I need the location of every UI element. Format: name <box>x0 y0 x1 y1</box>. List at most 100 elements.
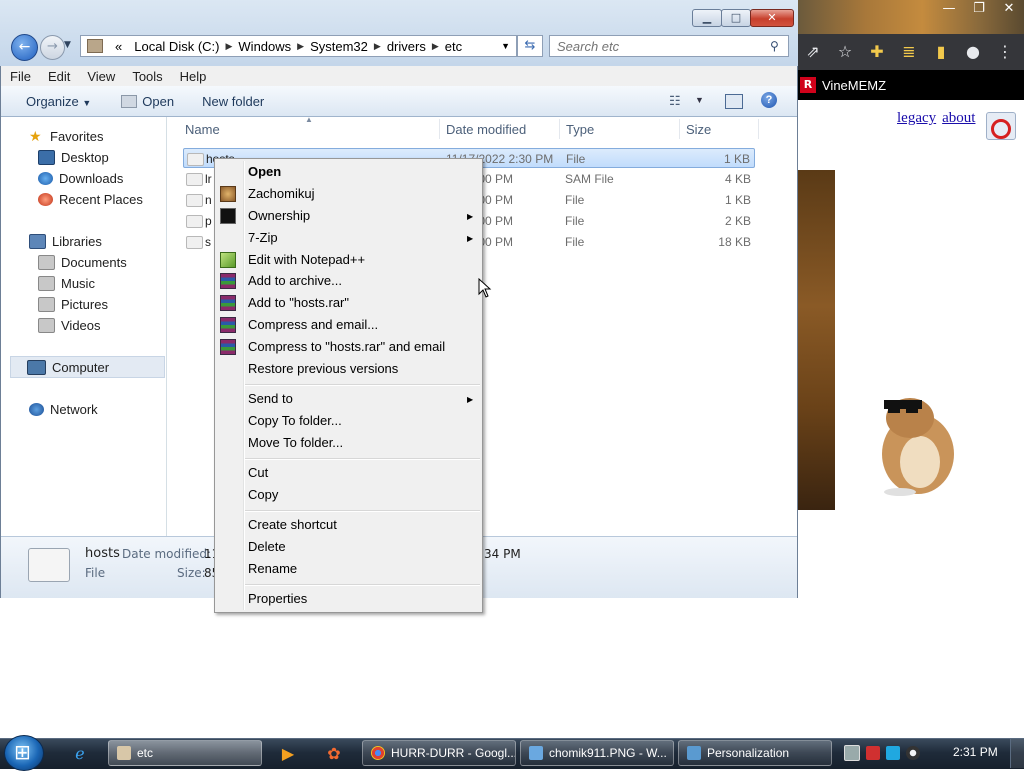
bookmark-star-icon[interactable]: ☆ <box>834 41 856 63</box>
change-view-icon[interactable]: ☷ <box>669 93 681 109</box>
menu-item-zachomikuj[interactable]: Zachomikuj <box>248 183 314 205</box>
bookmark-vinememz[interactable]: VineMEMZ <box>822 78 886 93</box>
column-divider[interactable] <box>559 119 560 139</box>
profile-avatar-icon[interactable]: ● <box>962 41 984 63</box>
nav-music[interactable]: Music <box>38 276 95 291</box>
share-icon[interactable]: ⇗ <box>802 41 824 63</box>
menu-item-rename[interactable]: Rename <box>248 558 297 580</box>
chevron-down-icon[interactable]: ▼ <box>695 95 704 105</box>
menu-item-add-to-archive[interactable]: Add to archive... <box>248 270 342 292</box>
nav-network[interactable]: Network <box>29 402 98 417</box>
nav-downloads[interactable]: Downloads <box>38 171 123 186</box>
back-button[interactable]: ← <box>11 34 38 61</box>
browser-close-icon[interactable]: ✕ <box>994 0 1024 20</box>
address-bar[interactable]: « Local Disk (C:) ▶ Windows ▶ System32 ▶… <box>80 35 517 57</box>
chevron-right-icon[interactable]: ▶ <box>225 41 232 52</box>
chevron-right-icon[interactable]: ▶ <box>297 41 304 52</box>
nav-recent-places[interactable]: Recent Places <box>38 192 143 207</box>
search-icon[interactable]: ⚲ <box>770 39 788 53</box>
taskbar-clock[interactable]: 2:31 PM <box>953 745 998 759</box>
column-divider[interactable] <box>439 119 440 139</box>
nav-pictures[interactable]: Pictures <box>38 297 108 312</box>
menu-item-compress-email[interactable]: Compress and email... <box>248 314 378 336</box>
menu-item-add-to-hosts-rar[interactable]: Add to "hosts.rar" <box>248 292 349 314</box>
breadcrumb-windows[interactable]: Windows <box>232 39 297 54</box>
volume-icon[interactable] <box>906 746 920 760</box>
column-type[interactable]: Type <box>566 122 594 137</box>
preview-pane-icon[interactable] <box>725 94 743 109</box>
search-box[interactable]: ⚲ <box>549 35 789 57</box>
breadcrumb-overflow[interactable]: « <box>109 39 128 54</box>
organize-button[interactable]: Organize ▼ <box>1 94 101 109</box>
menu-item-create-shortcut[interactable]: Create shortcut <box>248 514 337 536</box>
extensions-icon[interactable]: ✚ <box>866 41 888 63</box>
column-divider[interactable] <box>758 119 759 139</box>
menu-item-copy[interactable]: Copy <box>248 484 278 506</box>
flag-icon[interactable] <box>866 746 880 760</box>
menu-item-move-to-folder[interactable]: Move To folder... <box>248 432 343 454</box>
side-panel-icon[interactable]: ▮ <box>930 41 952 63</box>
network-tray-icon[interactable] <box>886 746 900 760</box>
chevron-right-icon[interactable]: ▶ <box>432 41 439 52</box>
menu-item-copy-to-folder[interactable]: Copy To folder... <box>248 410 342 432</box>
browser-minimize-icon[interactable]: — <box>934 0 964 20</box>
menu-item-edit-notepadpp[interactable]: Edit with Notepad++ <box>248 249 365 271</box>
tray-app-icon[interactable] <box>844 745 860 761</box>
new-folder-button[interactable]: New folder <box>184 94 274 109</box>
column-name[interactable]: Name <box>185 122 220 137</box>
refresh-button[interactable]: ⇆ <box>517 35 543 57</box>
browser-menu-icon[interactable]: ⋮ <box>994 41 1016 63</box>
menu-tools[interactable]: Tools <box>123 69 170 84</box>
media-player-icon[interactable]: ▶ <box>268 740 308 766</box>
paint-app-icon[interactable]: ✿ <box>314 740 354 766</box>
forward-button[interactable]: → <box>40 35 65 60</box>
help-icon[interactable]: ? <box>761 92 777 108</box>
taskbar-item-chrome[interactable]: HURR-DURR - Googl... <box>362 740 516 766</box>
nav-desktop[interactable]: Desktop <box>38 150 109 165</box>
breadcrumb-etc[interactable]: etc <box>439 39 468 54</box>
taskbar-item-paint[interactable]: chomik911.PNG - W... <box>520 740 674 766</box>
maximize-button[interactable]: □ <box>721 9 751 27</box>
menu-item-delete[interactable]: Delete <box>248 536 286 558</box>
menu-view[interactable]: View <box>78 69 123 84</box>
menu-item-cut[interactable]: Cut <box>248 462 268 484</box>
search-input[interactable] <box>550 37 770 55</box>
media-control-icon[interactable]: ≣ <box>898 41 920 63</box>
nav-documents[interactable]: Documents <box>38 255 127 270</box>
browser-restore-icon[interactable]: ❐ <box>964 0 994 20</box>
vinememz-logo-icon[interactable]: R <box>800 77 816 93</box>
menu-edit[interactable]: Edit <box>39 69 78 84</box>
column-divider[interactable] <box>679 119 680 139</box>
internet-explorer-icon[interactable]: ℯ <box>60 740 100 766</box>
menu-item-ownership[interactable]: Ownership <box>248 205 310 227</box>
close-button[interactable]: ✕ <box>750 9 794 27</box>
menu-item-7zip[interactable]: 7-Zip <box>248 227 278 249</box>
menu-file[interactable]: File <box>1 69 39 84</box>
show-desktop-button[interactable] <box>1010 739 1024 768</box>
open-button[interactable]: Open <box>101 94 184 109</box>
breadcrumb-drivers[interactable]: drivers <box>381 39 432 54</box>
menu-item-properties[interactable]: Properties <box>248 588 307 610</box>
about-link[interactable]: about <box>942 110 975 127</box>
nav-libraries[interactable]: Libraries <box>29 234 102 249</box>
menu-item-compress-to-rar-email[interactable]: Compress to "hosts.rar" and email <box>248 336 445 358</box>
menu-item-restore-versions[interactable]: Restore previous versions <box>248 358 398 380</box>
taskbar-item-personalization[interactable]: Personalization <box>678 740 832 766</box>
breadcrumb-local-disk[interactable]: Local Disk (C:) <box>128 39 225 54</box>
recent-pages-dropdown-icon[interactable]: ▼ <box>64 40 71 50</box>
column-date-modified[interactable]: Date modified <box>446 122 526 137</box>
nav-videos[interactable]: Videos <box>38 318 101 333</box>
start-button[interactable] <box>4 735 44 771</box>
taskbar-item-etc[interactable]: etc <box>108 740 262 766</box>
minimize-button[interactable]: ▁ <box>692 9 722 27</box>
legacy-link[interactable]: legacy <box>897 110 936 127</box>
menu-item-open[interactable]: Open <box>248 161 281 183</box>
column-size[interactable]: Size <box>686 122 711 137</box>
nav-favorites[interactable]: ★ Favorites <box>29 129 103 144</box>
nav-computer[interactable]: Computer <box>27 360 109 375</box>
menu-help[interactable]: Help <box>171 69 215 84</box>
chevron-down-icon[interactable]: ▼ <box>501 41 510 51</box>
menu-item-send-to[interactable]: Send to <box>248 388 293 410</box>
breadcrumb-system32[interactable]: System32 <box>304 39 374 54</box>
chevron-right-icon[interactable]: ▶ <box>374 41 381 52</box>
